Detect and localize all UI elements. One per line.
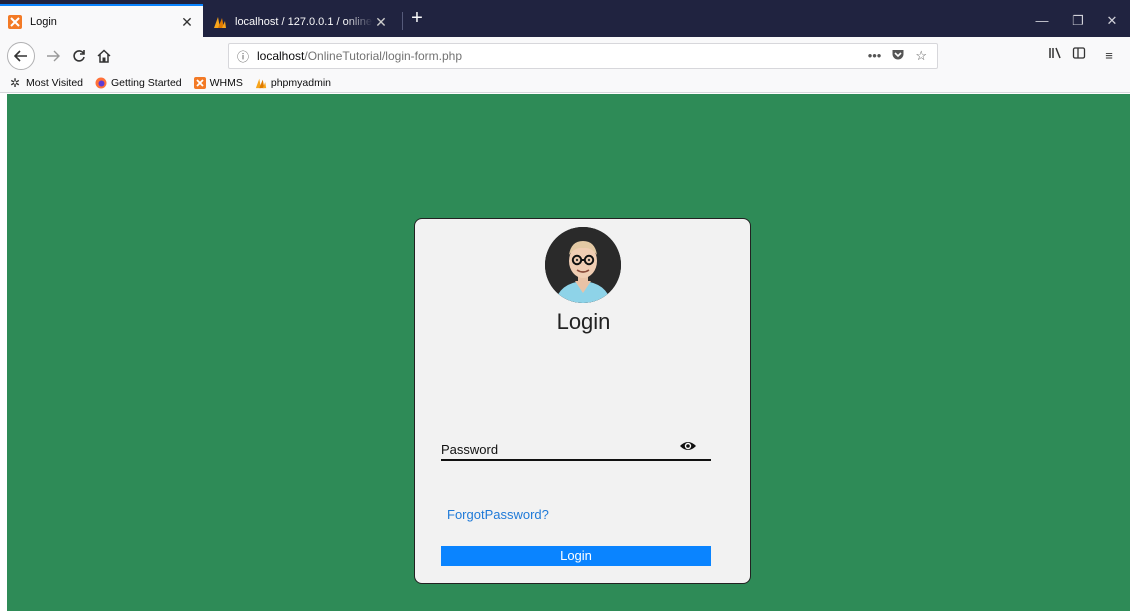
sidebar-icon[interactable] [1068,46,1090,66]
arrow-right-icon [47,50,60,62]
bookmark-whms[interactable]: WHMS [193,76,243,89]
tab-separator [402,12,403,30]
tab-strip: Login ✕ localhost / 127.0.0.1 / onlinetu… [0,0,1130,37]
tab-title: localhost / 127.0.0.1 / onlinetut [235,15,373,28]
new-tab-icon[interactable]: + [404,6,430,32]
page-actions-icon[interactable]: ••• [868,48,882,64]
page-content: Login ForgotPassword? Login [7,94,1130,611]
tab-phpmyadmin[interactable]: localhost / 127.0.0.1 / onlinetut ✕ [205,6,397,37]
reload-icon [73,50,85,62]
arrow-left-icon [14,50,27,62]
bookmark-label: Getting Started [111,76,182,89]
avatar [545,227,621,303]
back-button[interactable] [7,42,35,70]
info-icon[interactable]: ⓘ [229,48,257,65]
home-icon [97,49,111,63]
address-bar[interactable]: ⓘ localhost/OnlineTutorial/login-form.ph… [228,43,938,69]
bookmark-getting-started[interactable]: Getting Started [95,77,182,89]
phpmyadmin-icon [214,16,226,28]
url-path: /OnlineTutorial/login-form.php [304,49,463,63]
restore-icon[interactable]: ❐ [1060,9,1096,33]
close-tab-icon[interactable]: ✕ [373,14,389,30]
close-tab-icon[interactable]: ✕ [179,14,195,30]
forward-button[interactable] [40,43,66,69]
sidebar-icon-graphic [1072,47,1086,59]
password-input[interactable] [441,440,671,458]
avatar-illustration [545,227,621,303]
menu-icon[interactable]: ≡ [1098,46,1120,66]
login-card: Login ForgotPassword? Login [414,218,751,584]
navigation-toolbar: ⓘ localhost/OnlineTutorial/login-form.ph… [0,37,1130,73]
window-close-icon[interactable]: ✕ [1094,9,1130,33]
pocket-icon[interactable] [891,48,905,62]
url-host: localhost [257,49,305,63]
minimize-icon[interactable]: — [1024,9,1060,33]
firefox-icon [95,77,107,88]
tab-title: Login [30,15,57,28]
tab-login[interactable]: Login ✕ [0,4,203,37]
bookmarks-toolbar: ✲ Most Visited Getting Started WHMS phpm… [0,73,1130,93]
xampp-icon [8,14,22,29]
library-icon[interactable] [1044,46,1066,66]
bookmark-star-icon[interactable]: ☆ [915,48,927,64]
library-icon-graphic [1049,47,1061,59]
password-field-wrapper [441,437,711,461]
gear-icon: ✲ [10,75,21,90]
bookmark-label: phpmyadmin [270,76,331,89]
reload-button[interactable] [66,43,92,69]
login-button[interactable]: Login [441,546,711,566]
bookmark-label: Most Visited [26,76,83,89]
home-button[interactable] [91,43,117,69]
url-text[interactable]: localhost/OnlineTutorial/login-form.php [257,49,868,63]
forgot-password-link[interactable]: ForgotPassword? [447,507,549,522]
xampp-icon [193,76,206,89]
bookmark-phpmyadmin[interactable]: phpmyadmin [255,77,331,89]
phpmyadmin-icon [255,78,267,88]
bookmark-most-visited[interactable]: ✲ Most Visited [10,77,83,89]
page-title: Login [556,309,611,334]
bookmark-label: WHMS [209,76,243,89]
eye-icon[interactable] [679,439,697,453]
